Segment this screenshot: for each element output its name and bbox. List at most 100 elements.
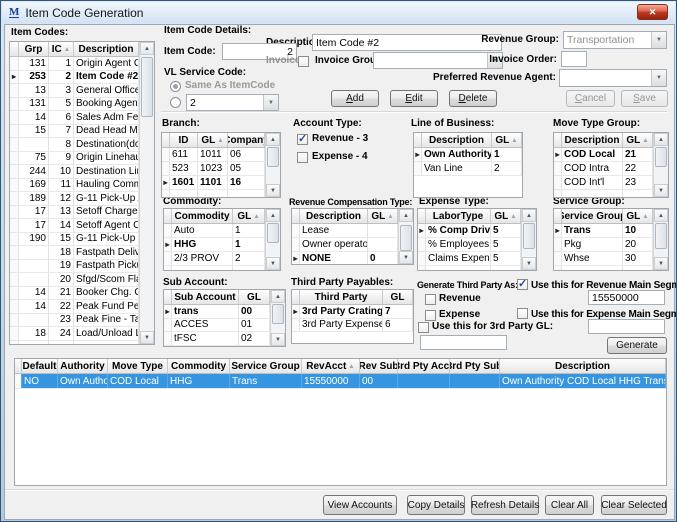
column-header[interactable]: Authority xyxy=(58,359,108,373)
expense-main-segment-field[interactable] xyxy=(588,319,665,334)
table-row[interactable]: 18Fastpath Delivery xyxy=(10,246,139,260)
titlebar[interactable]: M Item Code Generation xyxy=(2,2,675,23)
table-row[interactable]: ▸NONE0 xyxy=(292,252,398,265)
clear-all-button[interactable]: Clear All xyxy=(545,495,594,515)
column-header[interactable]: 3rd Pty Sub xyxy=(450,359,500,373)
scroll-up-button[interactable]: ▲ xyxy=(266,209,280,222)
column-header[interactable]: Third Party xyxy=(300,290,383,304)
table-row[interactable]: 1311Origin Agent Com xyxy=(10,57,139,71)
column-header[interactable] xyxy=(414,133,422,147)
table-row[interactable]: tFSC02 xyxy=(164,332,270,346)
commodity-grid[interactable]: CommodityGL▲Auto1▸HHG12/3 PROV2▲▼ xyxy=(163,208,281,271)
column-header[interactable]: GL▲ xyxy=(491,209,521,223)
vertical-scrollbar[interactable]: ▲▼ xyxy=(653,209,668,270)
table-row[interactable]: 23Peak Fine - Tag xyxy=(10,314,139,328)
column-header[interactable]: Description xyxy=(300,209,368,223)
column-header[interactable]: GL▲ xyxy=(233,209,265,223)
use-expense-main-segment-checkbox[interactable] xyxy=(517,308,528,319)
scrollbar-thumb[interactable] xyxy=(272,304,284,324)
table-row[interactable] xyxy=(418,266,521,271)
scroll-up-button[interactable]: ▲ xyxy=(654,209,668,222)
vertical-scrollbar[interactable]: ▲▼ xyxy=(265,133,280,197)
scrollbar-thumb[interactable] xyxy=(400,225,412,251)
column-header[interactable]: LaborType xyxy=(426,209,491,223)
table-row[interactable] xyxy=(10,341,139,346)
scroll-down-button[interactable]: ▼ xyxy=(266,257,280,270)
column-header[interactable] xyxy=(292,209,300,223)
column-header[interactable]: GL xyxy=(383,290,413,304)
table-row[interactable]: 1824Load/Unload Lea xyxy=(10,327,139,341)
vl-code-combo[interactable]: 2 ▼ xyxy=(186,94,279,111)
vertical-scrollbar[interactable]: ▲▼ xyxy=(521,209,536,270)
branch-grid[interactable]: IDGL▲Company611101106523102305▸160111011… xyxy=(161,132,281,198)
save-button[interactable]: Save xyxy=(621,90,668,107)
table-row[interactable]: ▸3rd Party Crating7 xyxy=(292,305,413,319)
column-header[interactable]: GL▲ xyxy=(623,133,653,147)
close-button[interactable]: ✕ xyxy=(637,4,668,20)
edit-button[interactable]: Edit xyxy=(390,90,438,107)
column-header[interactable]: GL▲ xyxy=(198,133,228,147)
table-row[interactable]: 18912G-11 Pick-Up Age xyxy=(10,192,139,206)
column-header[interactable] xyxy=(162,133,170,147)
table-row[interactable]: Auto1 xyxy=(164,224,265,238)
table-row[interactable]: 1422Peak Fund Perce xyxy=(10,300,139,314)
table-row[interactable]: 1421Booker Chg. Cros xyxy=(10,287,139,301)
scroll-down-button[interactable]: ▼ xyxy=(266,184,280,197)
column-header[interactable]: ID xyxy=(170,133,198,147)
column-header[interactable]: GL xyxy=(239,290,270,304)
column-header[interactable]: Description xyxy=(74,42,139,56)
scroll-down-button[interactable]: ▼ xyxy=(654,257,668,270)
column-header[interactable]: IC▲ xyxy=(49,42,74,56)
item-codes-grid[interactable]: GrpIC▲Description1311Origin Agent Com▸25… xyxy=(9,41,155,345)
scroll-down-button[interactable]: ▼ xyxy=(522,257,536,270)
column-header[interactable] xyxy=(418,209,426,223)
scroll-up-button[interactable]: ▲ xyxy=(522,209,536,222)
table-row[interactable]: NOOwn AuthoriCOD LocalHHGTrans1555000000… xyxy=(15,374,666,389)
third-party-gl-field[interactable] xyxy=(420,335,507,350)
vertical-scrollbar[interactable]: ▲▼ xyxy=(139,42,154,344)
table-row[interactable]: Whse30 xyxy=(554,252,653,266)
line-of-business-grid[interactable]: DescriptionGL▲▸Own Authority1Van Line2 xyxy=(413,132,523,198)
scrollbar-thumb[interactable] xyxy=(655,223,667,249)
table-row[interactable]: % Employees5 xyxy=(418,238,521,252)
column-header[interactable]: GL▲ xyxy=(623,209,653,223)
table-row[interactable]: Van Line2 xyxy=(414,162,522,176)
view-accounts-button[interactable]: View Accounts xyxy=(323,495,397,515)
column-header[interactable]: GL▲ xyxy=(368,209,398,223)
move-type-group-grid[interactable]: DescriptionGL▲▸COD Local21COD Intra22COD… xyxy=(553,132,669,198)
table-row[interactable]: 157Dead Head Milea xyxy=(10,125,139,139)
same-as-itemcode-radio[interactable] xyxy=(170,81,181,92)
table-row[interactable]: 20Sfgd/Scom Flat A xyxy=(10,273,139,287)
column-header[interactable]: Service Group xyxy=(562,209,623,223)
vertical-scrollbar[interactable]: ▲▼ xyxy=(398,209,413,264)
cancel-button[interactable]: Cancel xyxy=(566,90,615,107)
table-row[interactable]: 2/3 PROV2 xyxy=(164,252,265,266)
add-button[interactable]: Add xyxy=(331,90,379,107)
table-row[interactable]: COD Int'l23 xyxy=(554,176,653,190)
generate-revenue-checkbox[interactable] xyxy=(425,294,436,305)
column-header[interactable]: Description xyxy=(422,133,492,147)
generate-expense-checkbox[interactable] xyxy=(425,310,436,321)
preferred-revenue-agent-combo[interactable]: ▼ xyxy=(559,69,667,87)
scrollbar-thumb[interactable] xyxy=(655,147,667,167)
table-row[interactable]: 19Fastpath Pickup I xyxy=(10,260,139,274)
use-revenue-main-segment-checkbox[interactable] xyxy=(517,279,528,290)
scroll-up-button[interactable]: ▲ xyxy=(140,42,154,55)
scroll-up-button[interactable]: ▲ xyxy=(654,133,668,146)
table-row[interactable]: 1714Setoff Agent Com xyxy=(10,219,139,233)
column-header[interactable]: Description xyxy=(500,359,666,373)
refresh-details-button[interactable]: Refresh Details xyxy=(471,495,539,515)
scroll-down-button[interactable]: ▼ xyxy=(399,251,413,264)
results-grid[interactable]: DefaultAuthorityMove TypeCommodityServic… xyxy=(14,358,667,486)
table-row[interactable]: 1315Booking Agent Co xyxy=(10,98,139,112)
table-row[interactable]: COD Intra22 xyxy=(554,162,653,176)
copy-details-button[interactable]: Copy Details xyxy=(407,495,465,515)
expense-type-grid[interactable]: LaborTypeGL▲▸% Comp Driver5% Employees5C… xyxy=(417,208,537,271)
table-row[interactable]: 133General Office Co xyxy=(10,84,139,98)
table-row[interactable] xyxy=(554,266,653,271)
table-row[interactable]: 146Sales Adm Fee xyxy=(10,111,139,125)
invoice-checkbox[interactable] xyxy=(298,56,309,67)
scroll-down-button[interactable]: ▼ xyxy=(271,333,285,346)
column-header[interactable]: Service Group xyxy=(230,359,302,373)
table-row[interactable]: Claims Expense5 xyxy=(418,252,521,266)
